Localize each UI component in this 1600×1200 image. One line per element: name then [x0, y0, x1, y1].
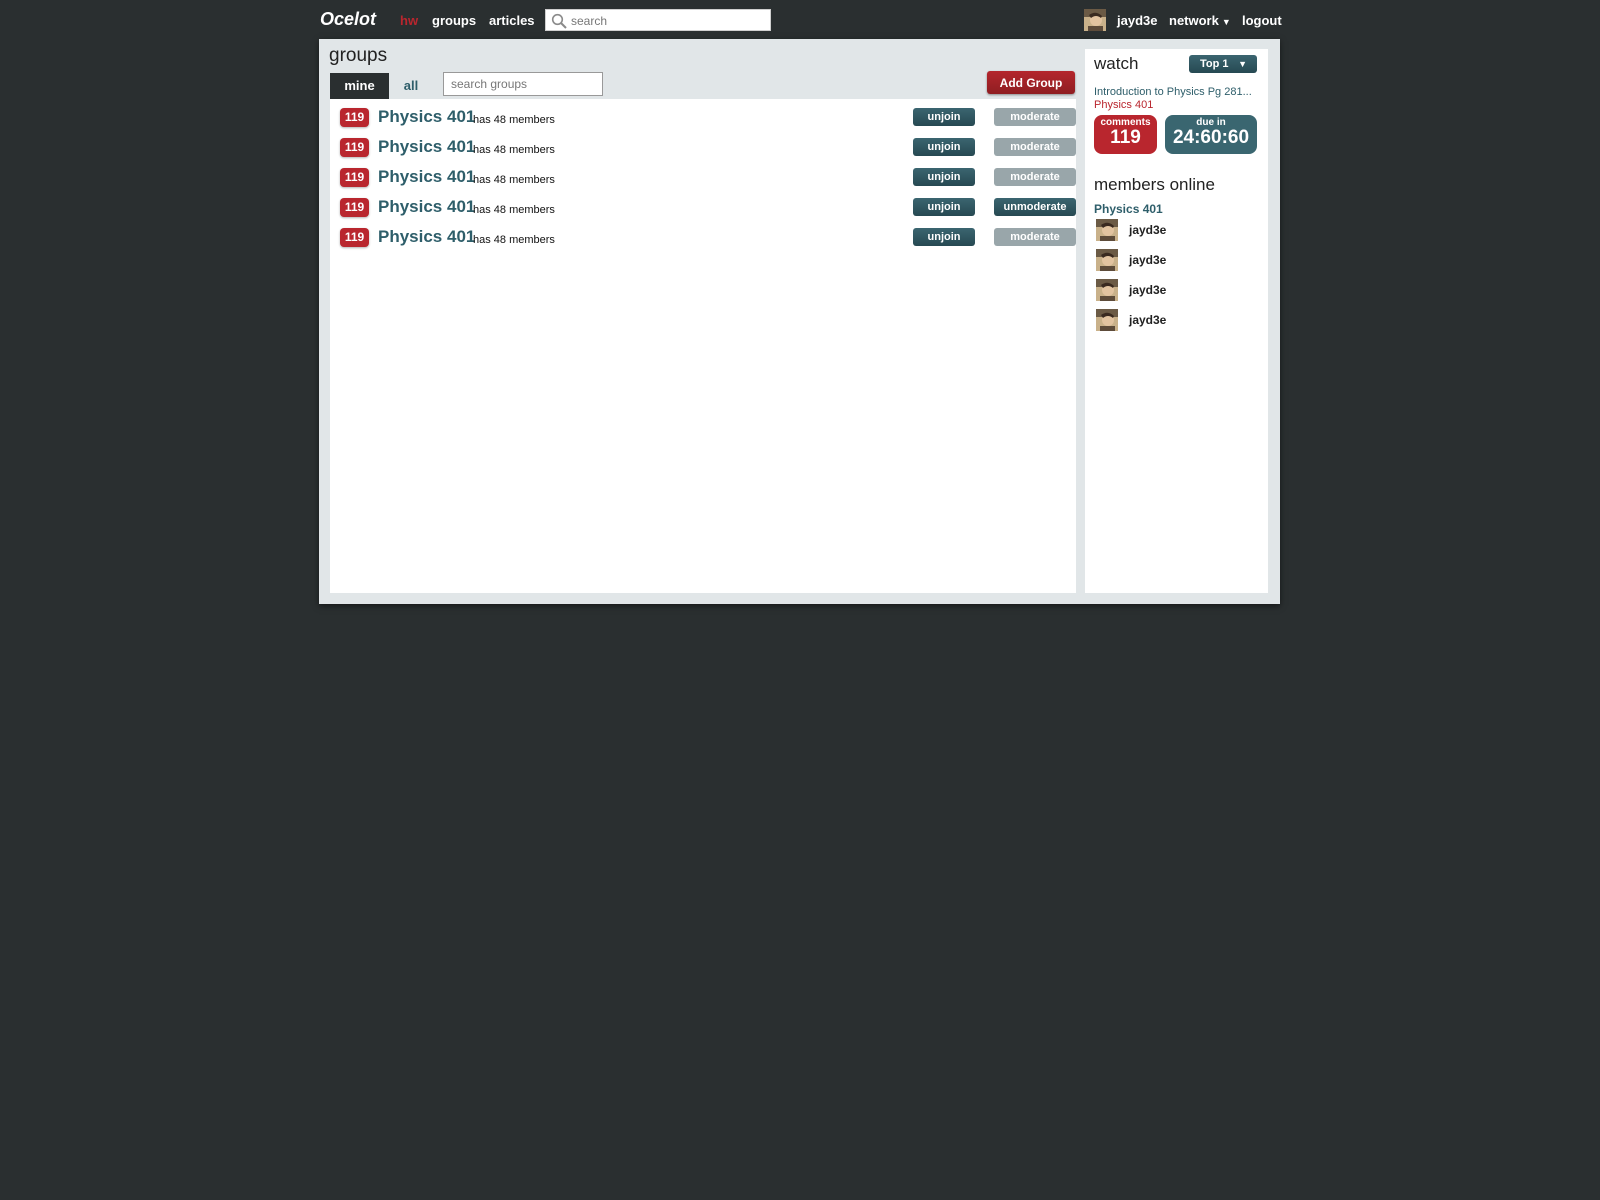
member-name: jayd3e	[1129, 253, 1167, 267]
comments-value: 119	[1110, 127, 1141, 148]
app-logo[interactable]: Ocelot	[320, 9, 376, 30]
online-member[interactable]: jayd3e	[1096, 309, 1256, 333]
group-row: 119 Physics 401 has 48 members unjoin mo…	[330, 161, 1076, 191]
avatar	[1096, 219, 1118, 241]
chevron-down-icon: ▼	[1221, 17, 1231, 27]
count-badge: 119	[340, 198, 369, 217]
watched-article-group-link[interactable]: Physics 401	[1094, 99, 1153, 111]
due-value: 24:60:60	[1172, 127, 1250, 148]
nav-groups[interactable]: groups	[432, 13, 476, 28]
group-row: 119 Physics 401 has 48 members unjoin mo…	[330, 221, 1076, 251]
member-count: has 48 members	[473, 204, 555, 216]
nav-hw[interactable]: hw	[400, 13, 418, 28]
watch-title: watch	[1094, 54, 1139, 73]
sidebar: watch Top 1 ▼ Introduction to Physics Pg…	[1085, 49, 1268, 593]
group-row: 119 Physics 401 has 48 members unjoin mo…	[330, 101, 1076, 131]
group-list: 119 Physics 401 has 48 members unjoin mo…	[330, 99, 1076, 593]
top-select-label: Top 1	[1200, 58, 1229, 70]
network-menu[interactable]: network ▼	[1169, 13, 1231, 28]
top-bar: Ocelot hw groups articles jayd3e network…	[0, 0, 1600, 38]
user-name-link[interactable]: jayd3e	[1117, 13, 1157, 28]
avatar	[1096, 249, 1118, 271]
unjoin-button[interactable]: unjoin	[913, 138, 975, 156]
count-badge: 119	[340, 108, 369, 127]
member-name: jayd3e	[1129, 223, 1167, 237]
member-name: jayd3e	[1129, 283, 1167, 297]
unjoin-button[interactable]: unjoin	[913, 168, 975, 186]
moderate-button[interactable]: moderate	[994, 168, 1076, 186]
members-online-title: members online	[1094, 175, 1215, 194]
online-member[interactable]: jayd3e	[1096, 249, 1256, 273]
count-badge: 119	[340, 168, 369, 187]
count-badge: 119	[340, 138, 369, 157]
comments-counter[interactable]: comments 119	[1094, 115, 1157, 154]
group-name-link[interactable]: Physics 401	[378, 227, 475, 247]
member-count: has 48 members	[473, 144, 555, 156]
group-row: 119 Physics 401 has 48 members unjoin un…	[330, 191, 1076, 221]
unjoin-button[interactable]: unjoin	[913, 108, 975, 126]
group-name-link[interactable]: Physics 401	[378, 137, 475, 157]
online-group-link[interactable]: Physics 401	[1094, 202, 1163, 216]
moderate-button[interactable]: moderate	[994, 108, 1076, 126]
member-count: has 48 members	[473, 234, 555, 246]
online-member[interactable]: jayd3e	[1096, 219, 1256, 243]
main-panel: groups mine all Add Group 119 Physics 40…	[319, 39, 1280, 604]
moderate-button[interactable]: moderate	[994, 138, 1076, 156]
global-search	[545, 9, 771, 31]
unjoin-button[interactable]: unjoin	[913, 198, 975, 216]
due-timer: due in 24:60:60	[1165, 115, 1257, 154]
avatar[interactable]	[1084, 9, 1106, 31]
online-member[interactable]: jayd3e	[1096, 279, 1256, 303]
avatar	[1096, 279, 1118, 301]
nav-articles[interactable]: articles	[489, 13, 535, 28]
unmoderate-button[interactable]: unmoderate	[994, 198, 1076, 216]
tab-mine[interactable]: mine	[330, 73, 389, 99]
search-groups-input[interactable]	[443, 72, 603, 96]
group-name-link[interactable]: Physics 401	[378, 167, 475, 187]
top-select-dropdown[interactable]: Top 1 ▼	[1189, 55, 1257, 73]
global-search-input[interactable]	[571, 12, 766, 29]
unjoin-button[interactable]: unjoin	[913, 228, 975, 246]
count-badge: 119	[340, 228, 369, 247]
page-title: groups	[329, 45, 388, 66]
member-count: has 48 members	[473, 114, 555, 126]
group-name-link[interactable]: Physics 401	[378, 107, 475, 127]
member-count: has 48 members	[473, 174, 555, 186]
add-group-button[interactable]: Add Group	[987, 71, 1075, 94]
watched-article-link[interactable]: Introduction to Physics Pg 281...	[1094, 86, 1252, 98]
group-row: 119 Physics 401 has 48 members unjoin mo…	[330, 131, 1076, 161]
group-name-link[interactable]: Physics 401	[378, 197, 475, 217]
member-name: jayd3e	[1129, 313, 1167, 327]
network-label: network	[1169, 13, 1219, 28]
search-icon	[551, 13, 567, 29]
avatar	[1096, 309, 1118, 331]
logout-link[interactable]: logout	[1242, 13, 1282, 28]
chevron-down-icon: ▼	[1238, 59, 1247, 69]
tab-all[interactable]: all	[389, 73, 433, 99]
moderate-button[interactable]: moderate	[994, 228, 1076, 246]
